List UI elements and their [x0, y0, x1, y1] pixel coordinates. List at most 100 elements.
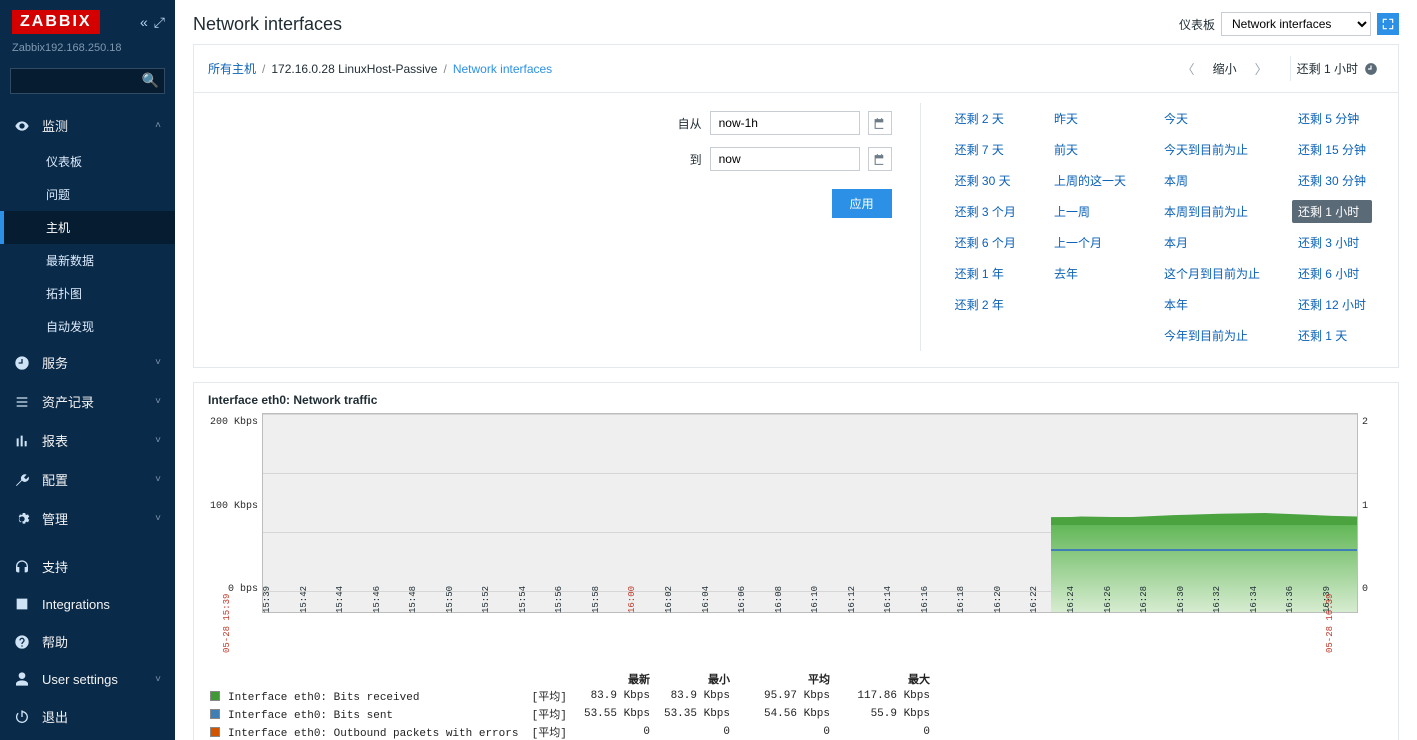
- sidebar-item-problems[interactable]: 问题: [0, 178, 175, 211]
- time-preset[interactable]: 还剩 2 年: [949, 293, 1022, 316]
- sidebar-section-config[interactable]: 配置 ˅: [0, 460, 175, 499]
- time-preset[interactable]: 还剩 6 个月: [949, 231, 1022, 254]
- sidebar-item-label: 主机: [46, 219, 70, 236]
- sidebar-section-monitoring[interactable]: 监测 ˄: [0, 106, 175, 145]
- time-preset[interactable]: 还剩 3 个月: [949, 200, 1022, 223]
- page-title: Network interfaces: [193, 14, 342, 35]
- chevron-down-icon: ˅: [155, 474, 161, 485]
- sidebar-expand-icon[interactable]: ⤢: [154, 14, 165, 31]
- from-input[interactable]: [710, 111, 860, 135]
- legend-hdr-max: 最大: [830, 671, 930, 687]
- time-preset[interactable]: 还剩 7 天: [949, 138, 1022, 161]
- legend-value: 83.9 Kbps: [650, 690, 730, 702]
- sidebar-subnav-monitoring: 仪表板 问题 主机 最新数据 拓扑图 自动发现: [0, 145, 175, 343]
- y-axis-right: 2 1 0: [1358, 413, 1386, 613]
- fullscreen-button[interactable]: [1377, 13, 1399, 35]
- to-label: 到: [690, 151, 702, 168]
- chart-icon: [14, 433, 30, 449]
- time-preset[interactable]: 还剩 30 天: [949, 169, 1022, 192]
- time-next-button[interactable]: 〉: [1249, 55, 1274, 82]
- legend-value: 117.86 Kbps: [830, 690, 930, 702]
- sidebar-item-usersettings[interactable]: User settings ˅: [0, 661, 175, 697]
- dashboard-select[interactable]: Network interfaces: [1221, 12, 1371, 36]
- sidebar-item-integrations[interactable]: Integrations: [0, 586, 175, 622]
- zoom-out-button[interactable]: 缩小: [1211, 56, 1239, 81]
- sidebar-section-reports[interactable]: 报表 ˅: [0, 421, 175, 460]
- sidebar-item-hosts[interactable]: 主机: [0, 211, 175, 244]
- sidebar-item-maps[interactable]: 拓扑图: [0, 277, 175, 310]
- time-preset[interactable]: 今年到目前为止: [1158, 324, 1266, 347]
- power-icon: [14, 709, 30, 725]
- x-tick: 15:39: [262, 605, 298, 613]
- legend-value: 55.9 Kbps: [830, 708, 930, 720]
- x-tick: 16:04: [701, 605, 737, 613]
- plot-area[interactable]: [262, 413, 1358, 613]
- time-preset[interactable]: 还剩 1 天: [1292, 324, 1372, 347]
- sidebar-menu: 监测 ˄ 仪表板 问题 主机 最新数据 拓扑图 自动发现 服务 ˅ 资产记录 ˅…: [0, 104, 175, 547]
- time-preset[interactable]: 本月: [1158, 231, 1266, 254]
- time-preset[interactable]: 上一周: [1048, 200, 1132, 223]
- eye-icon: [14, 118, 30, 134]
- x-tick: 16:32: [1212, 605, 1248, 613]
- time-preset[interactable]: 还剩 5 分钟: [1292, 107, 1372, 130]
- to-input[interactable]: [710, 147, 860, 171]
- time-preset[interactable]: 还剩 1 年: [949, 262, 1022, 285]
- legend-hdr-latest: 最新: [570, 671, 650, 687]
- time-preset[interactable]: 还剩 2 天: [949, 107, 1022, 130]
- sidebar-section-services[interactable]: 服务 ˅: [0, 343, 175, 382]
- time-preset[interactable]: 还剩 3 小时: [1292, 231, 1372, 254]
- sidebar-item-logout[interactable]: 退出: [0, 697, 175, 736]
- search-icon[interactable]: 🔍: [142, 72, 159, 89]
- chevron-up-icon: ˄: [155, 120, 161, 131]
- sidebar-item-help[interactable]: 帮助: [0, 622, 175, 661]
- time-prev-button[interactable]: 〈: [1176, 55, 1201, 82]
- legend-value: 0: [570, 726, 650, 738]
- sidebar-section-inventory[interactable]: 资产记录 ˅: [0, 382, 175, 421]
- sidebar-search: 🔍: [10, 68, 165, 94]
- apply-button[interactable]: 应用: [832, 189, 892, 218]
- sidebar-section-admin[interactable]: 管理 ˅: [0, 499, 175, 538]
- current-range[interactable]: 还剩 1 小时: [1290, 56, 1384, 81]
- time-preset[interactable]: 还剩 1 小时: [1292, 200, 1372, 223]
- time-filter-panel: 自从 到 应用 还剩 2 天还剩 7 天还剩 30 天还剩 3 个月还剩 6 个…: [193, 93, 1399, 368]
- time-preset[interactable]: 前天: [1048, 138, 1132, 161]
- time-preset[interactable]: 去年: [1048, 262, 1132, 285]
- breadcrumb-sep: /: [443, 62, 446, 76]
- headset-icon: [14, 559, 30, 575]
- legend-name: Interface eth0: Bits received [平均]: [224, 688, 570, 704]
- time-preset[interactable]: 这个月到目前为止: [1158, 262, 1266, 285]
- sidebar-item-label: 拓扑图: [46, 285, 82, 302]
- x-tick: 16:16: [920, 605, 956, 613]
- time-preset[interactable]: 还剩 6 小时: [1292, 262, 1372, 285]
- from-calendar-button[interactable]: [868, 111, 892, 135]
- legend-swatch: [210, 727, 220, 737]
- sidebar-item-discovery[interactable]: 自动发现: [0, 310, 175, 343]
- date-marker-right: 05-28 16:39: [1325, 594, 1335, 653]
- time-preset[interactable]: 上一个月: [1048, 231, 1132, 254]
- x-tick: 15:44: [335, 605, 371, 613]
- time-preset[interactable]: 本年: [1158, 293, 1266, 316]
- time-preset[interactable]: 还剩 30 分钟: [1292, 169, 1372, 192]
- legend-value: 54.56 Kbps: [730, 708, 830, 720]
- time-preset[interactable]: 昨天: [1048, 107, 1132, 130]
- time-preset[interactable]: 本周: [1158, 169, 1266, 192]
- sidebar-item-support[interactable]: 支持: [0, 547, 175, 586]
- time-preset[interactable]: 今天到目前为止: [1158, 138, 1266, 161]
- time-preset[interactable]: 还剩 15 分钟: [1292, 138, 1372, 161]
- sidebar-item-dashboard[interactable]: 仪表板: [0, 145, 175, 178]
- sidebar-collapse-icon[interactable]: «: [140, 14, 148, 31]
- legend-hdr-min: 最小: [650, 671, 730, 687]
- time-navigator: 〈 缩小 〉 还剩 1 小时: [1176, 55, 1384, 82]
- time-preset[interactable]: 本周到目前为止: [1158, 200, 1266, 223]
- breadcrumb-current[interactable]: Network interfaces: [453, 62, 552, 76]
- breadcrumb: 所有主机 / 172.16.0.28 LinuxHost-Passive / N…: [208, 60, 552, 77]
- to-calendar-button[interactable]: [868, 147, 892, 171]
- time-preset[interactable]: 今天: [1158, 107, 1266, 130]
- graph-plot: 200 Kbps 100 Kbps 0 bps 2 1 0: [206, 413, 1386, 613]
- time-preset[interactable]: 上周的这一天: [1048, 169, 1132, 192]
- time-preset[interactable]: 还剩 12 小时: [1292, 293, 1372, 316]
- breadcrumb-link[interactable]: 所有主机: [208, 60, 256, 77]
- sidebar-item-latest[interactable]: 最新数据: [0, 244, 175, 277]
- time-presets: 还剩 2 天还剩 7 天还剩 30 天还剩 3 个月还剩 6 个月还剩 1 年还…: [921, 103, 1380, 351]
- legend-row: Interface eth0: Bits sent [平均]53.55 Kbps…: [210, 705, 1386, 723]
